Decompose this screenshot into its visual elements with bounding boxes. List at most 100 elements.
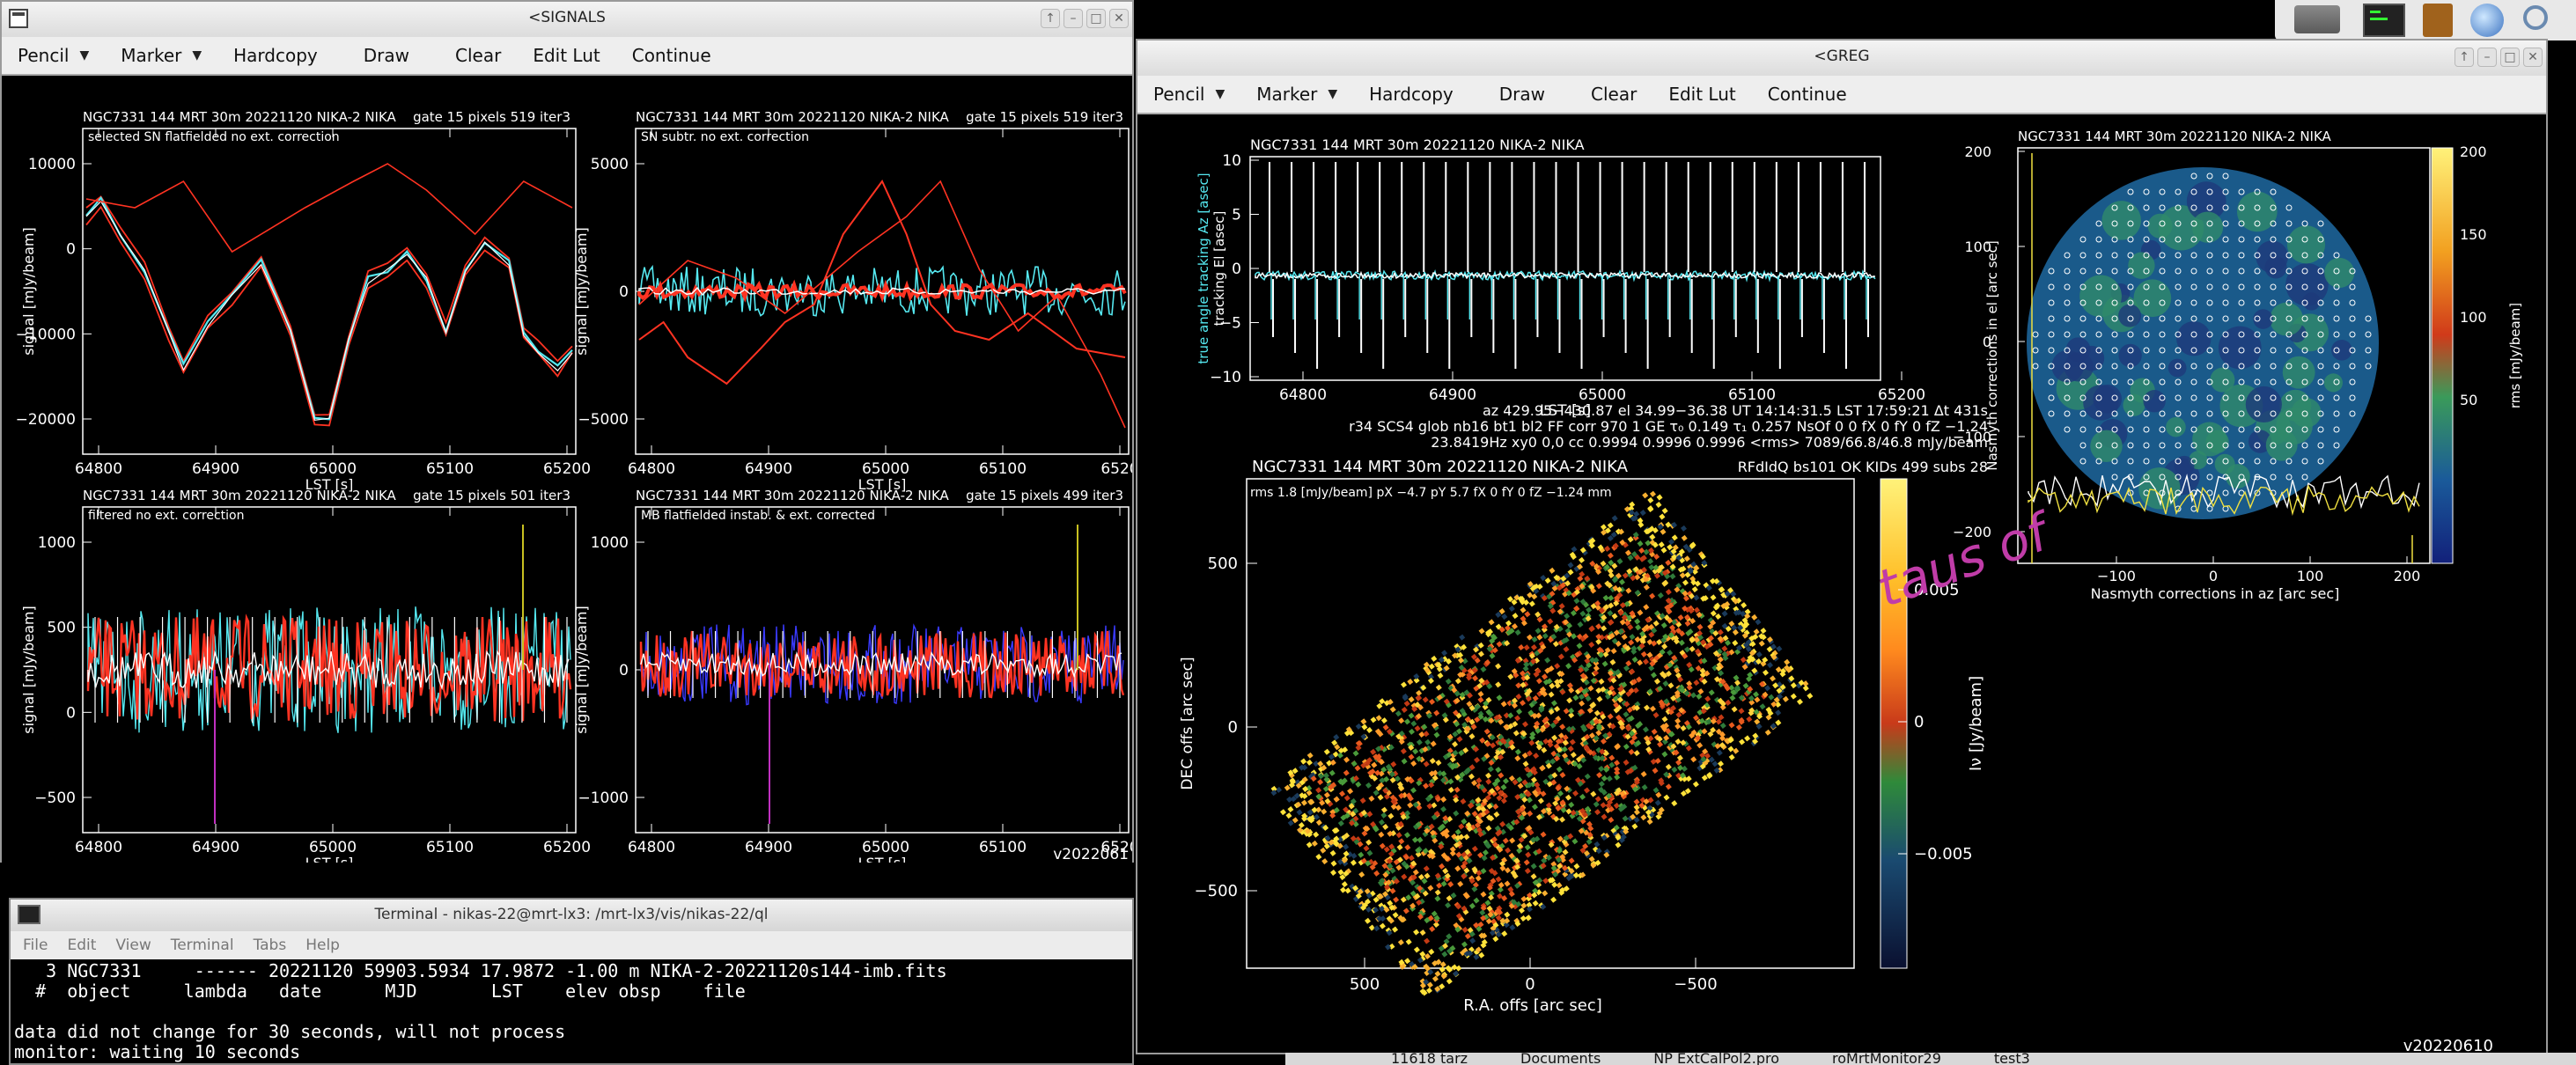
file-item[interactable]: test3 <box>1994 1053 2030 1065</box>
panel-subtitle: selected SN flatfielded no ext. correcti… <box>88 130 340 144</box>
x-tick-label: 65100 <box>979 839 1027 856</box>
x-tick-label: 64900 <box>1429 386 1476 404</box>
menu-draw[interactable]: Draw <box>334 45 439 66</box>
maximize-button[interactable]: □ <box>2500 48 2520 67</box>
terminal-menu-help[interactable]: Help <box>305 936 340 954</box>
y-tick-label: −10000 <box>16 326 76 343</box>
minimize-button[interactable]: – <box>2477 48 2497 67</box>
y-tick-label: −20000 <box>16 411 76 429</box>
y-tick-label: 200 <box>1964 143 1991 160</box>
map-rms: rms 1.8 [mJy/beam] pX −4.7 pY 5.7 fX 0 f… <box>1250 486 1612 500</box>
menu-continue[interactable]: Continue <box>616 45 727 66</box>
chevron-down-icon: ▼ <box>1215 87 1225 101</box>
search-icon[interactable] <box>2523 5 2548 30</box>
raise-button[interactable]: ↑ <box>2455 48 2474 67</box>
menu-pencil[interactable]: Pencil ▼ <box>2 45 105 66</box>
greg-plot-area: NGC7331 144 MRT 30m 20221120 NIKA-2 NIKA… <box>1137 114 2546 1055</box>
signal-panel-4: NGC7331 144 MRT 30m 20221120 NIKA-2 NIKA… <box>573 488 1139 871</box>
menu-hardcopy[interactable]: Hardcopy <box>217 45 334 66</box>
x-tick-label: 65200 <box>543 839 591 856</box>
signals-window: <SIGNALS ↑ – □ ✕ Pencil ▼ Marker ▼ Hardcop… <box>0 0 1139 871</box>
x-tick-label: 64800 <box>75 460 122 478</box>
y-tick-label: −5000 <box>578 411 629 429</box>
colorbar-tick-label: −0.005 <box>1914 845 1973 863</box>
terminal-output[interactable]: 3 NGC7331 ------ 20221120 59903.5934 17.… <box>14 961 1129 1063</box>
terminal-menu-view[interactable]: View <box>115 936 151 954</box>
menu-continue[interactable]: Continue <box>1752 84 1863 105</box>
terminal-menu-tabs[interactable]: Tabs <box>254 936 287 954</box>
background-file-strip: 11618 tarz Documents NP ExtCalPol2.pro r… <box>1285 1053 2576 1065</box>
computer-icon[interactable] <box>2294 5 2340 33</box>
colorbar-tick-label: 200 <box>2460 143 2487 160</box>
close-button[interactable]: ✕ <box>1109 9 1129 28</box>
y-tick-label: 0 <box>619 662 629 679</box>
x-tick-label: 6520 <box>1100 460 1132 478</box>
signals-menubar: Pencil ▼ Marker ▼ Hardcopy Draw Clear Edit… <box>2 37 1132 76</box>
x-tick-label: 65000 <box>862 460 909 478</box>
file-item[interactable]: Documents <box>1520 1053 1601 1065</box>
nasmyth-blob <box>2331 339 2352 361</box>
colorbar-tick-label: 150 <box>2460 226 2487 243</box>
terminal-menu-edit[interactable]: Edit <box>67 936 96 954</box>
x-tick-label: 65000 <box>309 460 357 478</box>
y-tick-label: −5 <box>1219 315 1241 333</box>
y-tick-label: −10 <box>1210 369 1241 386</box>
scan-info-line: r34 SCS4 glob nb16 bt1 bl2 FF corr 970 1… <box>1349 418 1988 435</box>
close-button[interactable]: ✕ <box>2523 48 2543 67</box>
terminal-titlebar[interactable]: Terminal - nikas-22@mrt-lx3: /mrt-lx3/vi… <box>11 900 1132 931</box>
menu-hardcopy[interactable]: Hardcopy <box>1353 84 1469 105</box>
menu-marker[interactable]: Marker ▼ <box>105 45 217 66</box>
nasmyth-blob <box>2101 201 2141 240</box>
x-tick-label: 500 <box>1350 975 1380 994</box>
menu-edit-lut[interactable]: Edit Lut <box>517 45 615 66</box>
y-tick-label: 0 <box>1983 334 1991 350</box>
panel-frame <box>82 128 577 455</box>
x-tick-label: 64900 <box>192 839 239 856</box>
file-item[interactable]: roMrtMonitor29 <box>1832 1053 1941 1065</box>
map-pixel <box>1453 970 1460 977</box>
file-item[interactable]: 11618 tarz <box>1391 1053 1468 1065</box>
greg-titlebar[interactable]: <GREG ↑ – □ ✕ <box>1137 40 2546 77</box>
menu-clear[interactable]: Clear <box>439 45 517 66</box>
panel-subtitle: MB flatfielded instab. & ext. corrected <box>641 509 875 523</box>
menu-draw[interactable]: Draw <box>1469 84 1575 105</box>
raise-button[interactable]: ↑ <box>1041 9 1060 28</box>
map-colorbar-label: Iν [Jy/beam] <box>1967 676 1985 771</box>
maximize-button[interactable]: □ <box>1086 9 1106 28</box>
signals-titlebar[interactable]: <SIGNALS ↑ – □ ✕ <box>2 2 1132 38</box>
menu-clear[interactable]: Clear <box>1575 84 1652 105</box>
terminal-title: Terminal - nikas-22@mrt-lx3: /mrt-lx3/vi… <box>374 906 769 923</box>
globe-icon[interactable] <box>2470 4 2504 37</box>
y-tick-label: 500 <box>48 620 76 637</box>
menu-marker[interactable]: Marker ▼ <box>1240 84 1353 105</box>
map-frame <box>1246 478 1855 969</box>
book-icon[interactable] <box>2423 4 2453 37</box>
terminal-icon[interactable] <box>2363 4 2405 37</box>
file-item[interactable]: NP ExtCalPol2.pro <box>1653 1053 1779 1065</box>
x-tick-label: 65000 <box>862 839 909 856</box>
minimize-button[interactable]: – <box>1064 9 1083 28</box>
x-tick-label: 65000 <box>1579 386 1626 404</box>
menu-pencil[interactable]: Pencil ▼ <box>1137 84 1240 105</box>
nasmyth-blob <box>2176 320 2212 356</box>
nasmyth-blob <box>2253 309 2273 329</box>
y-tick-label: 100 <box>1964 239 1991 255</box>
x-tick-label: 64900 <box>745 839 792 856</box>
colorbar-tick-label: 0 <box>1914 713 1924 731</box>
menu-edit-lut[interactable]: Edit Lut <box>1652 84 1751 105</box>
nasmyth-header: NGC7331 144 MRT 30m 20221120 NIKA-2 NIKA <box>2018 129 2332 144</box>
terminal-menu-terminal[interactable]: Terminal <box>171 936 234 954</box>
panel-ylabel: signal [mJy/beam] <box>573 227 590 355</box>
y-tick-label: 5000 <box>591 156 629 173</box>
y-tick-label: 1000 <box>38 534 76 552</box>
y-tick-label: 5 <box>1232 207 1241 224</box>
greg-canvas: NGC7331 144 MRT 30m 20221120 NIKA-2 NIKA… <box>1179 129 2523 1055</box>
nasmyth-blob <box>2205 430 2229 454</box>
x-tick-label: 0 <box>2209 568 2218 584</box>
colorbar-tick-label: 100 <box>2460 309 2487 326</box>
terminal-menu-file[interactable]: File <box>23 936 48 954</box>
chevron-down-icon: ▼ <box>192 48 202 62</box>
signal-panel-3: NGC7331 144 MRT 30m 20221120 NIKA-2 NIKA… <box>20 488 591 871</box>
panel-pixels: gate 15 pixels 499 iter3 <box>966 488 1123 503</box>
